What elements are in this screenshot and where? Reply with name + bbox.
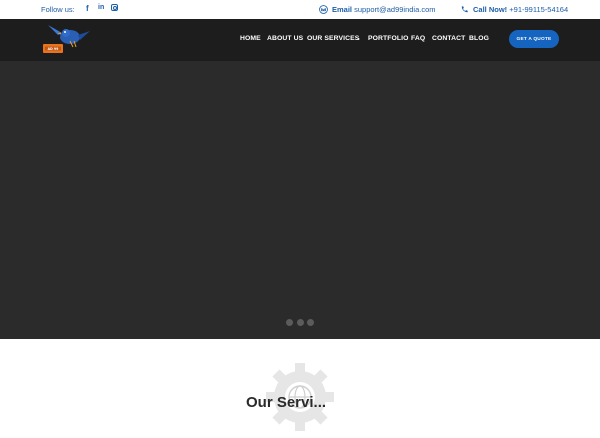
email-label: Email xyxy=(332,5,353,14)
top-bar: Follow us: f in Email support@ad99india.… xyxy=(0,0,600,19)
phone-icon xyxy=(459,4,469,14)
nav-contact[interactable]: CONTACT xyxy=(432,35,465,42)
envelope-icon xyxy=(318,4,328,14)
phone-number[interactable]: +91-99115-54164 xyxy=(509,5,568,14)
email-contact[interactable]: Email support@ad99india.com xyxy=(332,5,436,14)
site-logo[interactable]: AD 99 xyxy=(40,23,92,57)
facebook-icon[interactable]: f xyxy=(86,4,89,13)
slider-dot-3[interactable] xyxy=(307,319,314,326)
nav-about-us[interactable]: ABOUT US xyxy=(267,35,303,42)
nav-portfolio[interactable]: PORTFOLIO xyxy=(368,35,409,42)
nav-our-services[interactable]: OUR SERVICES xyxy=(307,35,359,42)
phone-label: Call Now! xyxy=(473,5,508,14)
site-header: AD 99 HOME ABOUT US OUR SERVICES ⌄ PORTF… xyxy=(0,19,600,61)
services-section: Our Servi... xyxy=(0,339,600,431)
nav-faq[interactable]: FAQ xyxy=(411,35,425,42)
get-a-quote-button[interactable]: GET A QUOTE xyxy=(509,30,559,48)
slider-dot-2[interactable] xyxy=(297,319,304,326)
svg-text:AD 99: AD 99 xyxy=(48,47,59,51)
nav-blog[interactable]: BLOG xyxy=(469,35,489,42)
linkedin-icon[interactable]: in xyxy=(98,4,104,11)
email-address[interactable]: support@ad99india.com xyxy=(354,5,435,14)
slider-dot-1[interactable] xyxy=(286,319,293,326)
hero-slider xyxy=(0,61,600,339)
chevron-down-icon[interactable]: ⌄ xyxy=(356,35,361,42)
section-title: Our Servi... xyxy=(246,394,327,411)
phone-contact[interactable]: Call Now! +91-99115-54164 xyxy=(473,5,568,14)
follow-us-label: Follow us: xyxy=(41,5,75,14)
nav-home[interactable]: HOME xyxy=(240,35,261,42)
instagram-icon[interactable] xyxy=(111,4,118,13)
